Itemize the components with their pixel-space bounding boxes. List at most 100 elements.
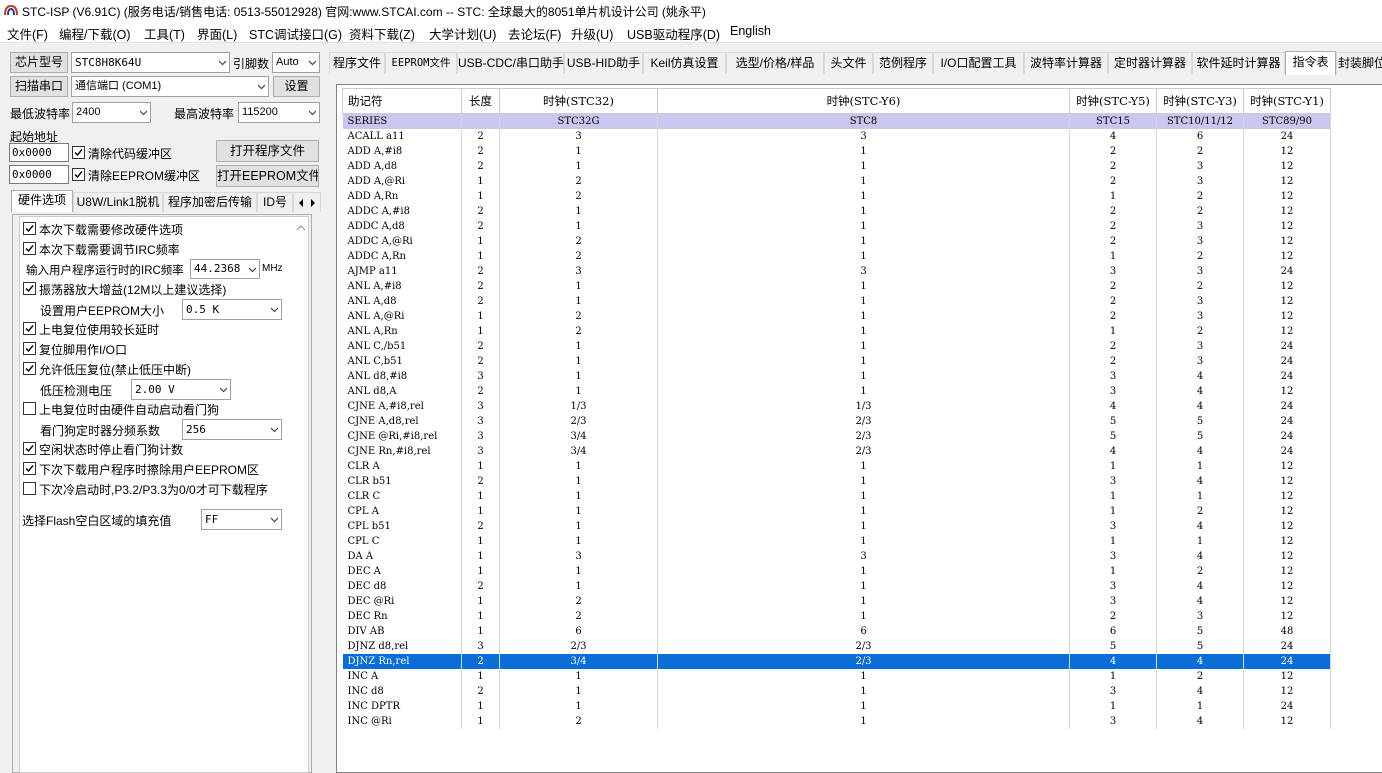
table-row[interactable]: ANL C,/b51 2 1 1 2 3 24 xyxy=(342,339,1331,354)
table-row[interactable]: ACALL a11 2 3 3 4 6 24 xyxy=(342,129,1331,144)
table-row[interactable]: CLR b51 2 1 1 3 4 12 xyxy=(342,474,1331,489)
table-row[interactable]: INC DPTR 1 1 1 1 1 24 xyxy=(342,699,1331,714)
chip-model-select[interactable]: STC8H8K64U xyxy=(71,52,230,73)
irc-frequency-select[interactable]: 44.2368 xyxy=(190,259,260,279)
col-y3-header[interactable]: 时钟(STC-Y3) xyxy=(1156,88,1244,114)
tab-header-files[interactable]: 头文件 xyxy=(824,52,873,74)
eeprom-size-select[interactable]: 0.5 K xyxy=(182,299,282,320)
menu-usb-driver[interactable]: USB驱动程序(D) xyxy=(627,24,720,43)
scan-port-button[interactable]: 扫描串口 xyxy=(10,76,68,97)
tab-encrypted-transfer[interactable]: 程序加密后传输 xyxy=(163,192,257,212)
modify-hw-options-checkbox[interactable] xyxy=(23,222,36,235)
tab-usb-hid[interactable]: USB-HID助手 xyxy=(564,52,643,74)
menu-forum[interactable]: 去论坛(F) xyxy=(508,24,561,43)
col-length-header[interactable]: 长度 xyxy=(461,88,500,114)
col-y1-header[interactable]: 时钟(STC-Y1) xyxy=(1243,88,1331,114)
table-row[interactable]: DJNZ d8,rel 3 2/3 2/3 5 5 24 xyxy=(342,639,1331,654)
pin-count-select[interactable]: Auto xyxy=(272,52,320,73)
table-row[interactable]: CPL C 1 1 1 1 1 12 xyxy=(342,534,1331,549)
table-row[interactable]: ADD A,Rn 1 2 1 1 2 12 xyxy=(342,189,1331,204)
menu-downloads[interactable]: 资料下载(Z) xyxy=(349,24,415,43)
table-row[interactable]: CPL A 1 1 1 1 2 12 xyxy=(342,504,1331,519)
tab-selection-price[interactable]: 选型/价格/样品 xyxy=(726,52,824,74)
tab-scroll-arrows[interactable] xyxy=(293,192,321,212)
table-row[interactable]: CLR A 1 1 1 1 1 12 xyxy=(342,459,1331,474)
table-row[interactable]: ANL A,Rn 1 2 1 1 2 12 xyxy=(342,324,1331,339)
clear-code-checkbox[interactable] xyxy=(72,146,85,159)
table-row[interactable]: CJNE Rn,#i8,rel 3 3/4 2/3 4 4 24 xyxy=(342,444,1331,459)
table-row[interactable]: ADD A,#i8 2 1 1 2 2 12 xyxy=(342,144,1331,159)
table-row[interactable]: INC d8 2 1 1 3 4 12 xyxy=(342,684,1331,699)
tab-usb-cdc-serial[interactable]: USB-CDC/串口助手 xyxy=(457,52,564,74)
flash-fill-select[interactable]: FF xyxy=(201,509,282,530)
col-y5-header[interactable]: 时钟(STC-Y5) xyxy=(1069,88,1157,114)
col-stc32-header[interactable]: 时钟(STC32) xyxy=(499,88,658,114)
p32-p33-download-checkbox[interactable] xyxy=(23,482,36,495)
code-start-address-input[interactable]: 0x0000 xyxy=(9,143,69,162)
table-row[interactable]: CLR C 1 1 1 1 1 12 xyxy=(342,489,1331,504)
table-row[interactable]: ANL A,@Ri 1 2 1 2 3 12 xyxy=(342,309,1331,324)
table-row[interactable]: ANL d8,A 2 1 1 3 4 12 xyxy=(342,384,1331,399)
osc-gain-checkbox[interactable] xyxy=(23,282,36,295)
settings-button[interactable]: 设置 xyxy=(273,76,320,97)
menu-interface[interactable]: 界面(L) xyxy=(197,24,237,43)
menu-file[interactable]: 文件(F) xyxy=(7,24,48,43)
col-y6-header[interactable]: 时钟(STC-Y6) xyxy=(657,88,1070,114)
idle-stop-wdt-checkbox[interactable] xyxy=(23,442,36,455)
clear-eeprom-checkbox[interactable] xyxy=(72,168,85,181)
tab-u8w-offline[interactable]: U8W/Link1脱机 xyxy=(73,192,163,212)
erase-eeprom-checkbox[interactable] xyxy=(23,462,36,475)
table-row[interactable]: ADDC A,Rn 1 2 1 1 2 12 xyxy=(342,249,1331,264)
tab-baud-calc[interactable]: 波特率计算器 xyxy=(1024,52,1108,74)
table-row[interactable]: CJNE A,#i8,rel 3 1/3 1/3 4 4 24 xyxy=(342,399,1331,414)
open-eeprom-file-button[interactable]: 打开EEPROM文件 xyxy=(216,165,319,187)
col-mnemonic-header[interactable]: 助记符 xyxy=(342,88,462,114)
tab-delay-calc[interactable]: 软件延时计算器 xyxy=(1192,52,1285,74)
tab-timer-calc[interactable]: 定时器计算器 xyxy=(1108,52,1192,74)
tab-io-config[interactable]: I/O口配置工具 xyxy=(933,52,1024,74)
table-row[interactable]: DA A 1 3 3 3 4 12 xyxy=(342,549,1331,564)
table-row[interactable]: CJNE A,d8,rel 3 2/3 2/3 5 5 24 xyxy=(342,414,1331,429)
open-program-file-button[interactable]: 打开程序文件 xyxy=(216,140,319,162)
menu-university[interactable]: 大学计划(U) xyxy=(429,24,496,43)
reset-pin-io-checkbox[interactable] xyxy=(23,342,36,355)
low-voltage-select[interactable]: 2.00 V xyxy=(131,379,231,400)
table-row[interactable]: DEC Rn 1 2 1 2 3 12 xyxy=(342,609,1331,624)
table-row[interactable]: ANL A,#i8 2 1 1 2 2 12 xyxy=(342,279,1331,294)
table-row[interactable]: ANL C,b51 2 1 1 2 3 24 xyxy=(342,354,1331,369)
auto-watchdog-checkbox[interactable] xyxy=(23,402,36,415)
max-baud-select[interactable]: 115200 xyxy=(238,102,320,123)
min-baud-select[interactable]: 2400 xyxy=(72,102,151,123)
com-port-select[interactable]: 通信端口 (COM1) xyxy=(71,76,269,97)
chip-model-button[interactable]: 芯片型号 xyxy=(10,52,68,73)
table-row[interactable]: DJNZ Rn,rel 2 3/4 2/3 4 4 24 xyxy=(342,654,1331,669)
tab-hardware-options[interactable]: 硬件选项 xyxy=(11,190,73,212)
long-reset-delay-checkbox[interactable] xyxy=(23,322,36,335)
tab-instruction-table[interactable]: 指令表 xyxy=(1285,51,1336,75)
table-row[interactable]: CJNE @Ri,#i8,rel 3 3/4 2/3 5 5 24 xyxy=(342,429,1331,444)
table-row[interactable]: DEC d8 2 1 1 3 4 12 xyxy=(342,579,1331,594)
table-row[interactable]: ANL d8,#i8 3 1 1 3 4 24 xyxy=(342,369,1331,384)
table-row[interactable]: DIV AB 1 6 6 6 5 48 xyxy=(342,624,1331,639)
scroll-up-icon[interactable] xyxy=(296,221,306,233)
tab-id-number[interactable]: ID号 xyxy=(257,192,293,212)
table-row[interactable]: AJMP a11 2 3 3 3 3 24 xyxy=(342,264,1331,279)
tab-program-file[interactable]: 程序文件 xyxy=(329,52,385,74)
table-row[interactable]: DEC @Ri 1 2 1 3 4 12 xyxy=(342,594,1331,609)
adjust-irc-checkbox[interactable] xyxy=(23,242,36,255)
tab-keil-sim[interactable]: Keil仿真设置 xyxy=(643,52,726,74)
table-row[interactable]: ADDC A,@Ri 1 2 1 2 3 12 xyxy=(342,234,1331,249)
menu-tools[interactable]: 工具(T) xyxy=(144,24,185,43)
tab-examples[interactable]: 范例程序 xyxy=(873,52,933,74)
tab-package-pins[interactable]: 封装脚位 xyxy=(1336,52,1382,74)
table-row[interactable]: ADDC A,d8 2 1 1 2 3 12 xyxy=(342,219,1331,234)
table-row[interactable]: DEC A 1 1 1 1 2 12 xyxy=(342,564,1331,579)
menu-program-download[interactable]: 编程/下载(O) xyxy=(59,24,131,43)
table-row[interactable]: INC A 1 1 1 1 2 12 xyxy=(342,669,1331,684)
table-row[interactable]: ADDC A,#i8 2 1 1 2 2 12 xyxy=(342,204,1331,219)
wdt-prescaler-select[interactable]: 256 xyxy=(182,419,282,440)
table-row[interactable]: ADD A,@Ri 1 2 1 2 3 12 xyxy=(342,174,1331,189)
table-row[interactable]: ANL A,d8 2 1 1 2 3 12 xyxy=(342,294,1331,309)
table-row[interactable]: ADD A,d8 2 1 1 2 3 12 xyxy=(342,159,1331,174)
series-row[interactable]: SERIES STC32G STC8 STC15 STC10/11/12 STC… xyxy=(342,113,1331,129)
